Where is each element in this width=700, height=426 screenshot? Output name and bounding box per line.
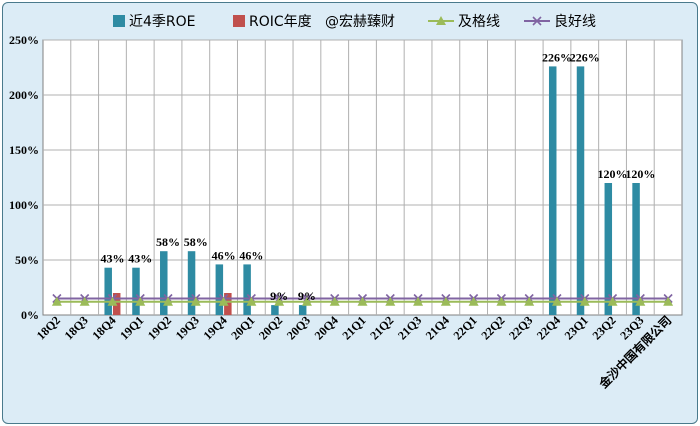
data-label: 9% [298, 289, 316, 303]
y-tick-label: 100% [9, 198, 39, 212]
data-label: 226% [542, 50, 572, 64]
roe-chart: 近4季ROE ROIC年度 @宏赫臻财 及格线 良好线 0% 50% 100% 150% 200… [9, 14, 683, 392]
data-label: 120% [625, 167, 655, 181]
data-label: 9% [270, 289, 288, 303]
x-tick-label: 20Q4 [312, 313, 341, 342]
y-tick-label: 200% [9, 88, 39, 102]
x-tick-label: 20Q2 [256, 313, 285, 342]
y-tick-label: 0% [21, 308, 39, 322]
x-tick-label: 21Q4 [423, 313, 452, 342]
legend-label-roe: 近4季ROE [129, 14, 196, 30]
data-label: 46% [212, 248, 236, 262]
roe-bar [243, 264, 251, 315]
roe-bar [548, 66, 557, 316]
x-tick-label: 20Q3 [284, 313, 313, 342]
x-tick-label: 23Q1 [562, 313, 591, 342]
legend: 近4季ROE ROIC年度 @宏赫臻财 及格线 良好线 [113, 14, 596, 30]
x-tick-label: 22Q2 [478, 313, 507, 342]
legend-label-good: 良好线 [554, 14, 596, 30]
x-tick-label: 19Q2 [145, 313, 174, 342]
y-tick-label: 50% [15, 253, 39, 267]
x-tick-label: 19Q1 [117, 313, 146, 342]
data-label: 58% [184, 235, 208, 249]
x-tick-label: 22Q3 [506, 313, 535, 342]
y-axis: 0% 50% 100% 150% 200% 250% [9, 33, 39, 322]
x-tick-label: 22Q1 [451, 313, 480, 342]
x-axis: 18Q218Q318Q419Q119Q219Q319Q420Q120Q220Q3… [34, 313, 674, 392]
x-tick-label: 19Q3 [173, 313, 202, 342]
y-tick-label: 250% [9, 33, 39, 47]
x-tick-label: 20Q1 [228, 313, 257, 342]
data-label: 43% [100, 252, 124, 266]
legend-swatch-roe [113, 15, 125, 27]
x-tick-label: 22Q4 [534, 313, 563, 342]
legend-label-watermark: @宏赫臻财 [325, 14, 395, 30]
legend-swatch-roic [233, 15, 245, 27]
roe-bar [104, 267, 112, 315]
roe-bar [215, 264, 224, 315]
x-tick-label: 18Q3 [62, 313, 91, 342]
x-tick-label: 21Q2 [367, 313, 396, 342]
x-tick-label: 21Q3 [395, 313, 424, 342]
roe-bar [576, 66, 585, 316]
data-label: 46% [239, 248, 263, 262]
data-label: 120% [598, 167, 628, 181]
data-label: 43% [128, 252, 152, 266]
data-label: 58% [156, 235, 180, 249]
data-label: 226% [570, 50, 600, 64]
y-tick-label: 150% [9, 143, 39, 157]
x-tick-label: 18Q4 [89, 313, 118, 342]
roe-bar [132, 267, 140, 315]
legend-label-pass: 及格线 [458, 14, 500, 30]
legend-label-roic: ROIC年度 [249, 14, 312, 30]
x-tick-label: 21Q1 [339, 313, 368, 342]
x-tick-label: 19Q4 [200, 313, 229, 342]
x-tick-label: 23Q2 [589, 313, 618, 342]
chart-frame: 近4季ROE ROIC年度 @宏赫臻财 及格线 良好线 0% 50% 100% 150% 200… [2, 2, 698, 424]
